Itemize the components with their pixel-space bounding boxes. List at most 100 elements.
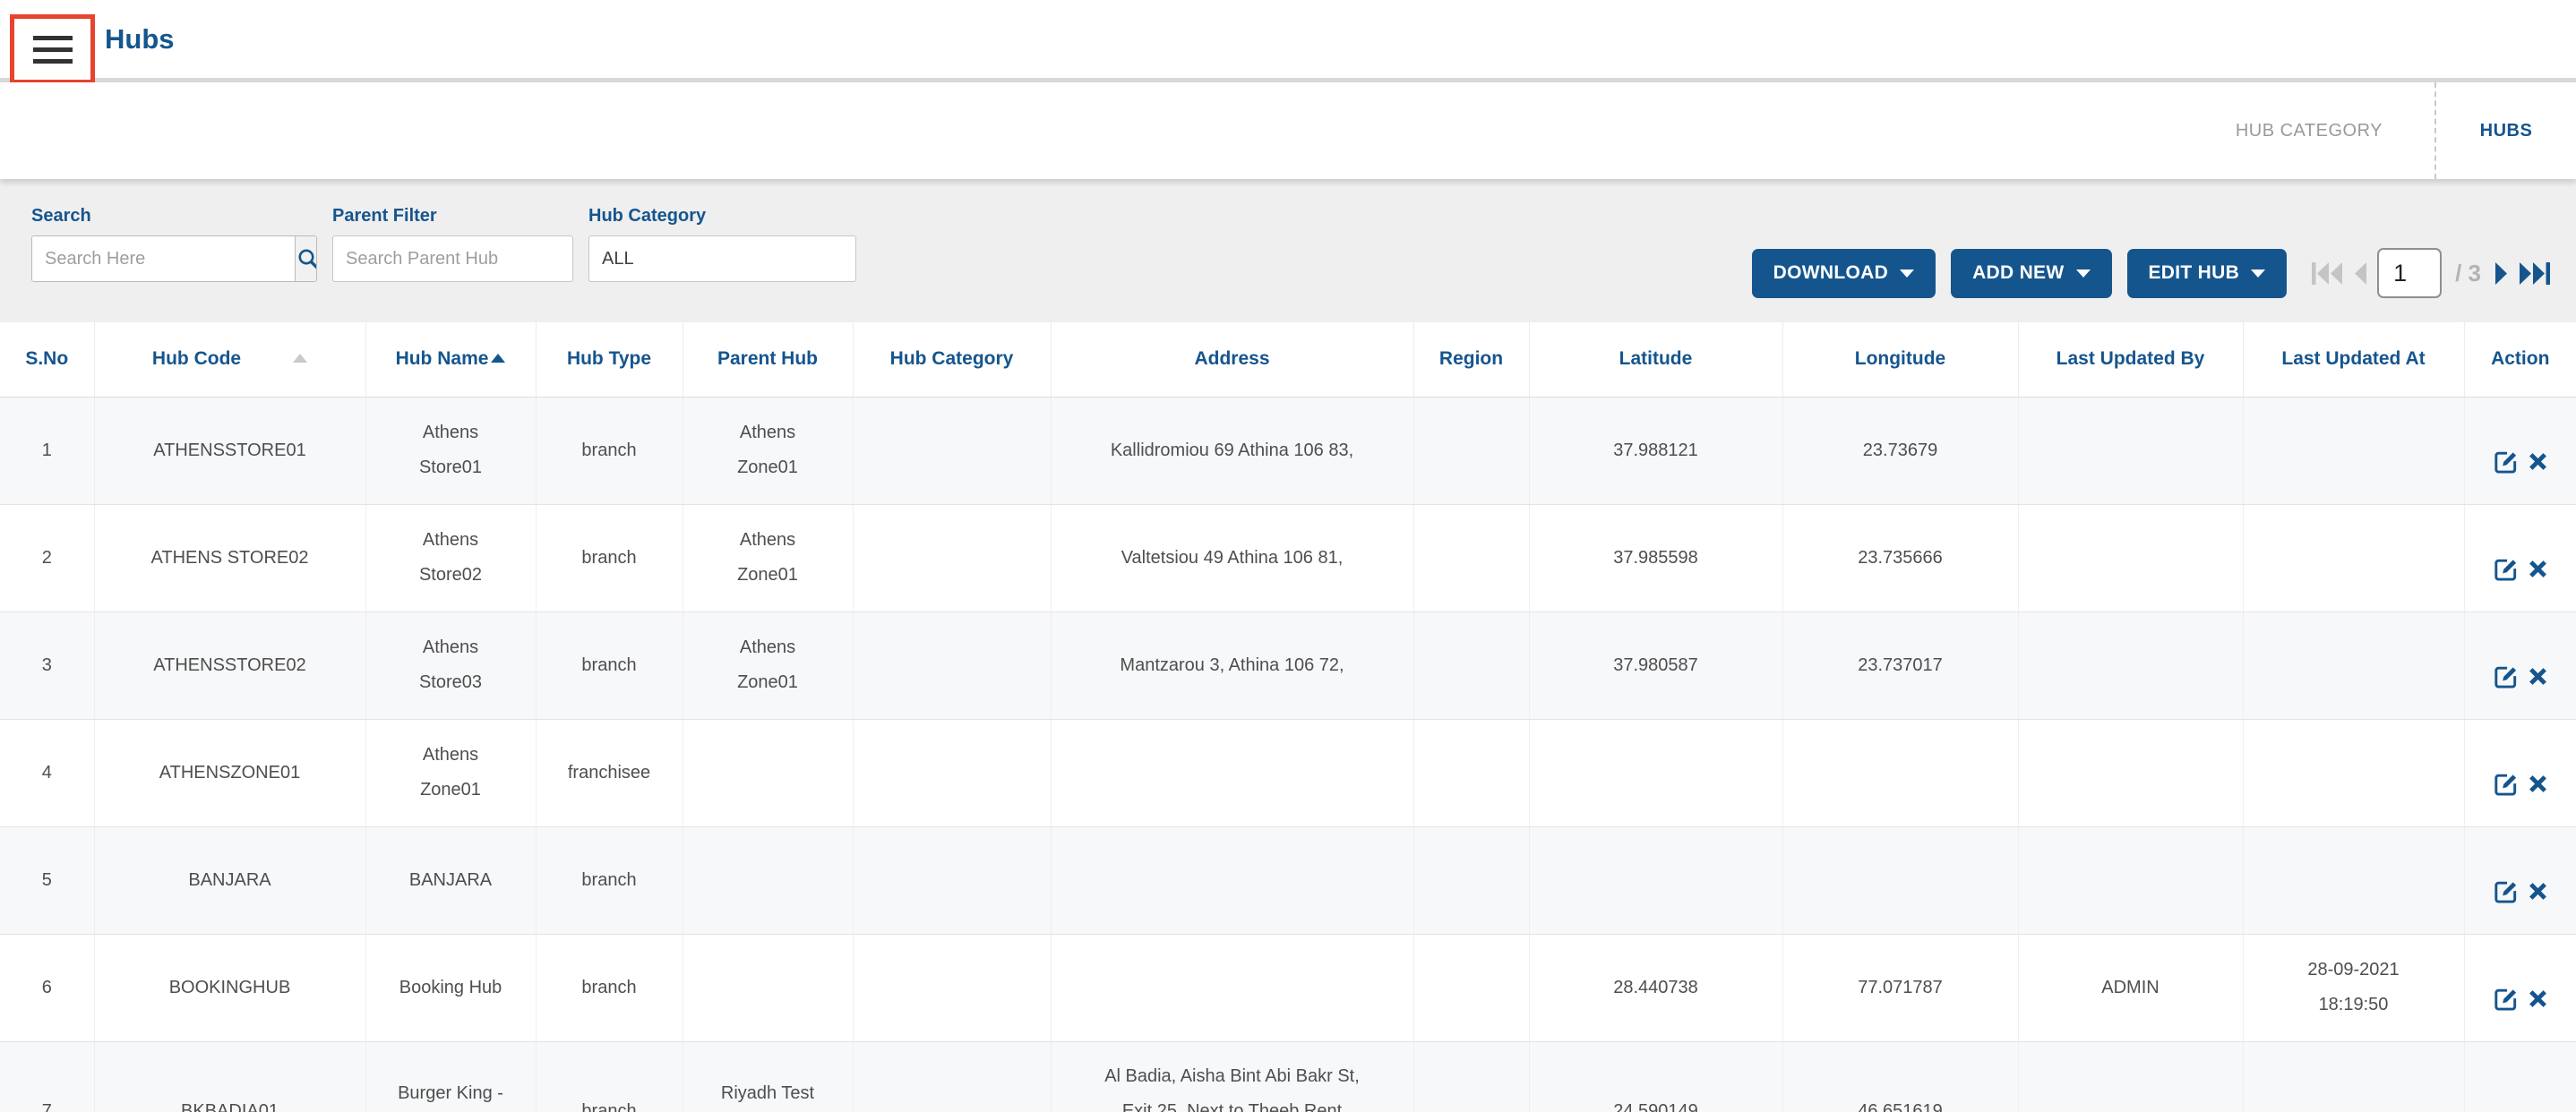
- cell-hub-category: [853, 719, 1051, 826]
- cell-longitude: 46.651619: [1782, 1041, 2018, 1112]
- col-header-region: Region: [1413, 322, 1529, 397]
- page-number-input[interactable]: [2377, 248, 2442, 298]
- magnifier-icon: [296, 246, 317, 271]
- cell-parent-hub: Riyadh Test Zone: [683, 1041, 853, 1112]
- download-button[interactable]: DOWNLOAD: [1752, 249, 1936, 298]
- first-page-button[interactable]: [2311, 261, 2343, 286]
- edit-hub-button[interactable]: EDIT HUB: [2127, 249, 2288, 298]
- hub-category-select[interactable]: ALL: [588, 235, 856, 282]
- delete-row-icon[interactable]: [2529, 774, 2547, 793]
- cell-sno: 7: [0, 1041, 94, 1112]
- edit-row-icon[interactable]: [2494, 772, 2519, 797]
- top-header-bar: Hubs: [0, 0, 2576, 82]
- delete-row-icon[interactable]: [2529, 452, 2547, 471]
- edit-row-icon[interactable]: [2494, 449, 2519, 475]
- search-input-wrap: [31, 235, 317, 282]
- col-header-hub-name[interactable]: Hub Name: [365, 322, 536, 397]
- last-page-button[interactable]: [2519, 261, 2551, 286]
- caret-down-icon: [2251, 269, 2265, 278]
- cell-last-updated-by: ADMIN: [2018, 934, 2243, 1041]
- chevron-left-icon: [2353, 261, 2367, 286]
- delete-row-icon[interactable]: [2529, 882, 2547, 901]
- cell-longitude: 23.737017: [1782, 612, 2018, 719]
- cell-address: Kallidromiou 69 Athina 106 83,: [1051, 397, 1413, 504]
- table-row: 5BANJARABANJARAbranch: [0, 826, 2576, 934]
- col-header-latitude: Latitude: [1529, 322, 1782, 397]
- cell-address: [1051, 826, 1413, 934]
- cell-hub-category: [853, 826, 1051, 934]
- hamburger-menu-button[interactable]: [10, 14, 95, 84]
- edit-row-icon[interactable]: [2494, 664, 2519, 689]
- cell-last-updated-by: [2018, 719, 2243, 826]
- table-row: 6BOOKINGHUBBooking Hubbranch28.44073877.…: [0, 934, 2576, 1041]
- cell-hub-name: Athens Zone01: [365, 719, 536, 826]
- cell-region: [1413, 826, 1529, 934]
- previous-page-button[interactable]: [2353, 261, 2367, 286]
- cell-latitude: [1529, 719, 1782, 826]
- cell-sno: 3: [0, 612, 94, 719]
- edit-row-icon[interactable]: [2494, 879, 2519, 904]
- edit-row-icon[interactable]: [2494, 987, 2519, 1012]
- cell-hub-name: Athens Store02: [365, 504, 536, 612]
- col-header-address: Address: [1051, 322, 1413, 397]
- cell-parent-hub: Athens Zone01: [683, 504, 853, 612]
- cell-region: [1413, 1041, 1529, 1112]
- cell-action: [2464, 397, 2576, 504]
- cell-last-updated-at: [2243, 397, 2464, 504]
- table-row: 4ATHENSZONE01Athens Zone01franchisee: [0, 719, 2576, 826]
- cell-hub-category: [853, 397, 1051, 504]
- parent-filter-group: Parent Filter: [332, 206, 573, 322]
- cell-last-updated-by: [2018, 397, 2243, 504]
- cell-hub-code: ATHENS STORE02: [94, 504, 365, 612]
- download-button-label: DOWNLOAD: [1773, 262, 1888, 284]
- cell-sno: 1: [0, 397, 94, 504]
- cell-address: Valtetsiou 49 Athina 106 81,: [1051, 504, 1413, 612]
- delete-row-icon[interactable]: [2529, 989, 2547, 1008]
- tab-hubs[interactable]: HUBS: [2436, 82, 2576, 179]
- cell-action: [2464, 612, 2576, 719]
- search-button[interactable]: [295, 236, 317, 281]
- cell-longitude: [1782, 826, 2018, 934]
- skip-to-first-icon: [2311, 261, 2343, 286]
- cell-hub-category: [853, 1041, 1051, 1112]
- cell-last-updated-by: [2018, 612, 2243, 719]
- sort-asc-icon[interactable]: [293, 354, 307, 363]
- cell-hub-category: [853, 612, 1051, 719]
- add-new-button[interactable]: ADD NEW: [1951, 249, 2111, 298]
- filters-group: Search Parent Filter Hub Category ALL: [31, 206, 856, 322]
- search-field-group: Search: [31, 206, 317, 322]
- cell-latitude: 24.590149: [1529, 1041, 1782, 1112]
- search-input[interactable]: [32, 236, 295, 281]
- next-page-button[interactable]: [2494, 261, 2509, 286]
- cell-hub-type: branch: [536, 397, 683, 504]
- cell-hub-code: BOOKINGHUB: [94, 934, 365, 1041]
- cell-hub-name: Athens Store03: [365, 612, 536, 719]
- parent-hub-input[interactable]: [332, 235, 573, 282]
- cell-address: [1051, 719, 1413, 826]
- cell-parent-hub: [683, 719, 853, 826]
- add-new-button-label: ADD NEW: [1972, 262, 2064, 284]
- cell-address: Mantzarou 3, Athina 106 72,: [1051, 612, 1413, 719]
- cell-hub-type: branch: [536, 1041, 683, 1112]
- cell-region: [1413, 504, 1529, 612]
- cell-hub-name: Booking Hub: [365, 934, 536, 1041]
- delete-row-icon[interactable]: [2529, 667, 2547, 686]
- delete-row-icon[interactable]: [2529, 560, 2547, 578]
- cell-hub-category: [853, 504, 1051, 612]
- cell-latitude: 37.980587: [1529, 612, 1782, 719]
- col-header-hub-code[interactable]: Hub Code: [94, 322, 365, 397]
- cell-action: [2464, 504, 2576, 612]
- cell-longitude: [1782, 719, 2018, 826]
- cell-hub-code: BANJARA: [94, 826, 365, 934]
- table-row: 1ATHENSSTORE01Athens Store01branchAthens…: [0, 397, 2576, 504]
- hubs-table: S.No Hub Code Hub Name Hub Type Parent H…: [0, 322, 2576, 1112]
- tab-hub-category[interactable]: HUB CATEGORY: [2184, 82, 2434, 179]
- caret-down-icon: [1900, 269, 1914, 278]
- sort-asc-icon[interactable]: [491, 354, 505, 363]
- filter-toolbar-section: Search Parent Filter Hub Category ALL: [0, 179, 2576, 322]
- cell-sno: 2: [0, 504, 94, 612]
- cell-hub-type: branch: [536, 504, 683, 612]
- hub-category-value: ALL: [602, 249, 634, 269]
- edit-row-icon[interactable]: [2494, 557, 2519, 582]
- cell-latitude: 37.988121: [1529, 397, 1782, 504]
